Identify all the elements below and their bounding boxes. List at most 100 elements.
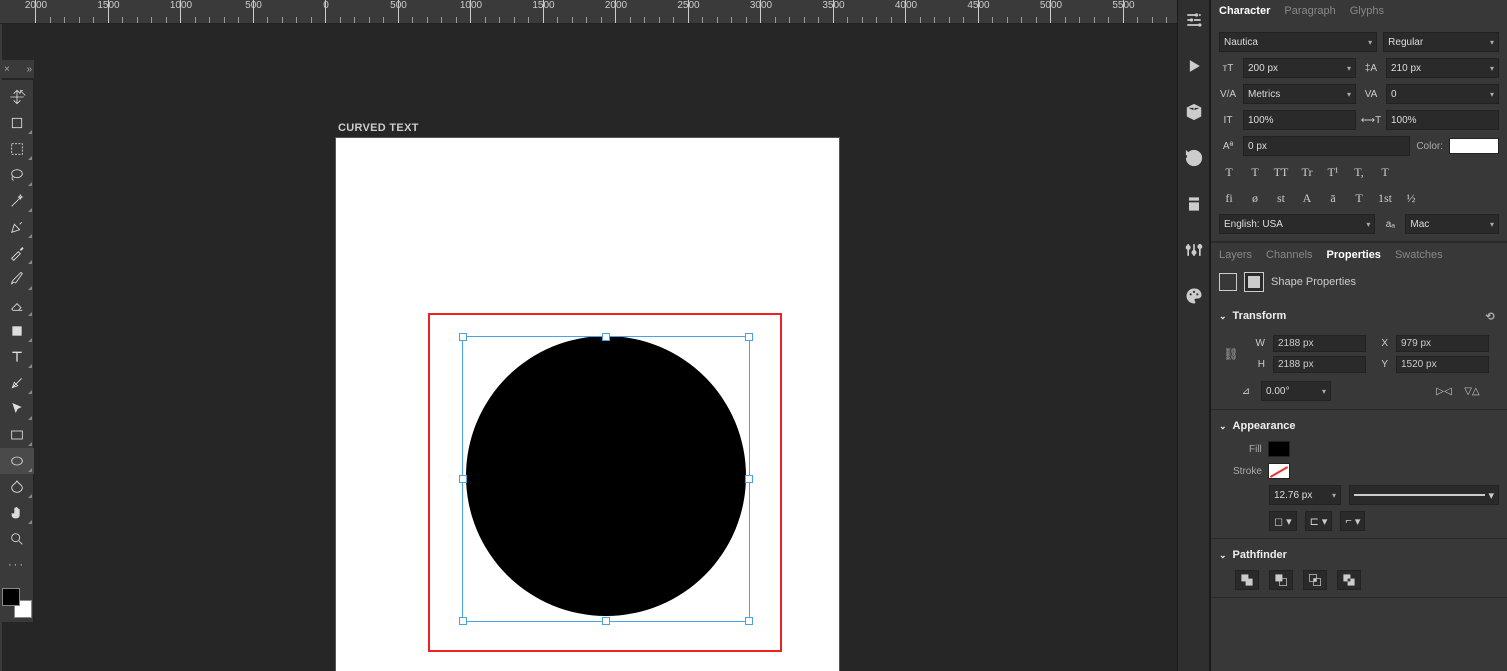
flip-vertical-icon[interactable]: ▽△ — [1463, 382, 1481, 400]
font-size-select[interactable]: 200 px▾ — [1243, 58, 1356, 78]
tab-layers[interactable]: Layers — [1219, 249, 1252, 261]
x-label: X — [1374, 338, 1388, 349]
rectangle-tool[interactable] — [0, 422, 34, 448]
libraries-icon[interactable] — [1184, 194, 1204, 214]
gradient-tool[interactable] — [0, 318, 34, 344]
h-input[interactable]: 2188 px — [1273, 356, 1366, 373]
hscale-input[interactable]: 100% — [1386, 110, 1499, 130]
canvas[interactable]: CURVED TEXT — [34, 24, 1177, 671]
link-wh-icon[interactable]: ⛓ — [1223, 333, 1239, 375]
type-opt2-6[interactable]: 1st — [1375, 189, 1395, 207]
stroke-style-select[interactable]: ▾ — [1349, 485, 1499, 505]
pathfinder-unite[interactable] — [1235, 570, 1259, 590]
stroke-swatch[interactable] — [1268, 463, 1290, 479]
pen-tool[interactable] — [0, 214, 34, 240]
type-opt2-1[interactable]: ø — [1245, 189, 1265, 207]
magic-wand-tool[interactable] — [0, 188, 34, 214]
language-select[interactable]: English: USA▾ — [1219, 214, 1375, 234]
antialias-select[interactable]: Mac▾ — [1405, 214, 1499, 234]
x-input[interactable]: 979 px — [1396, 335, 1489, 352]
pathfinder-exclude[interactable] — [1337, 570, 1361, 590]
chevron-down-icon: ▾ — [1322, 387, 1326, 396]
ruler-mark: 3000 — [760, 0, 761, 24]
eraser-tool[interactable] — [0, 292, 34, 318]
close-icon[interactable]: × — [4, 64, 10, 75]
type-opt1-4[interactable]: T¹ — [1323, 163, 1343, 181]
type-tool[interactable] — [0, 344, 34, 370]
artboard-tool[interactable] — [0, 110, 34, 136]
text-color-swatch[interactable] — [1449, 138, 1499, 154]
lasso-tool[interactable] — [0, 162, 34, 188]
type-opt1-5[interactable]: T, — [1349, 163, 1369, 181]
more-tools[interactable]: ··· — [0, 552, 34, 578]
tab-properties[interactable]: Properties — [1327, 249, 1381, 261]
baseline-input[interactable]: 0 px — [1243, 136, 1410, 156]
type-opt2-7[interactable]: ½ — [1401, 189, 1421, 207]
leading-select[interactable]: 210 px▾ — [1386, 58, 1499, 78]
tab-channels[interactable]: Channels — [1266, 249, 1312, 261]
zoom-tool[interactable] — [0, 526, 34, 552]
color-swatches[interactable] — [2, 588, 32, 618]
history-icon[interactable] — [1184, 148, 1204, 168]
type-opt1-6[interactable]: T — [1375, 163, 1395, 181]
type-opt1-3[interactable]: Tr — [1297, 163, 1317, 181]
palette-icon[interactable] — [1184, 286, 1204, 306]
pathfinder-subtract[interactable] — [1269, 570, 1293, 590]
chevron-down-icon[interactable]: ⌄ — [1219, 421, 1227, 432]
eyedropper-tool[interactable] — [0, 240, 34, 266]
reset-transform-icon[interactable]: ⟲ — [1481, 307, 1499, 325]
expand-icon[interactable]: » — [26, 64, 32, 75]
w-input[interactable]: 2188 px — [1273, 335, 1366, 352]
stroke-align-icon: ◻ — [1274, 515, 1283, 528]
type-opt1-0[interactable]: T — [1219, 163, 1239, 181]
stroke-width-select[interactable]: 12.76 px▾ — [1269, 485, 1341, 505]
chevron-down-icon: ▾ — [1355, 515, 1361, 528]
hand-tool[interactable] — [0, 500, 34, 526]
marquee-tool[interactable] — [0, 136, 34, 162]
ellipse-shape[interactable] — [466, 336, 746, 616]
3d-cube-icon[interactable] — [1184, 102, 1204, 122]
y-input[interactable]: 1520 px — [1396, 356, 1489, 373]
document-tab[interactable]: × » — [0, 60, 36, 78]
fill-swatch[interactable] — [1268, 441, 1290, 457]
aa-icon: aₐ — [1381, 215, 1399, 233]
chevron-down-icon: ▾ — [1286, 515, 1292, 528]
tab-glyphs[interactable]: Glyphs — [1350, 3, 1384, 19]
foreground-color-swatch[interactable] — [2, 588, 20, 606]
font-style-select[interactable]: Regular▾ — [1383, 32, 1499, 52]
pen-curve-tool[interactable] — [0, 370, 34, 396]
type-opt2-5[interactable]: T — [1349, 189, 1369, 207]
adjustments-icon[interactable] — [1184, 10, 1204, 30]
tab-character[interactable]: Character — [1219, 3, 1270, 19]
flip-horizontal-icon[interactable]: ▷◁ — [1435, 382, 1453, 400]
pathfinder-intersect[interactable] — [1303, 570, 1327, 590]
font-family-select[interactable]: Nautica▾ — [1219, 32, 1377, 52]
stroke-corner-select[interactable]: ⌐▾ — [1340, 511, 1365, 531]
stroke-align-select[interactable]: ◻▾ — [1269, 511, 1297, 531]
transform-section: ⌄Transform ⟲ ⛓ W 2188 px X 979 px H 2188… — [1211, 297, 1507, 410]
stroke-caps-select[interactable]: ⊏▾ — [1305, 511, 1333, 531]
tracking-select[interactable]: 0▾ — [1386, 84, 1499, 104]
chevron-down-icon[interactable]: ⌄ — [1219, 550, 1227, 561]
rotation-select[interactable]: 0.00°▾ — [1261, 381, 1331, 401]
type-opt1-2[interactable]: TT — [1271, 163, 1291, 181]
chevron-down-icon[interactable]: ⌄ — [1219, 311, 1227, 322]
play-icon[interactable] — [1184, 56, 1204, 76]
type-opt2-2[interactable]: st — [1271, 189, 1291, 207]
tab-paragraph[interactable]: Paragraph — [1284, 3, 1335, 19]
ellipse-tool[interactable] — [0, 448, 34, 474]
type-opt1-1[interactable]: T — [1245, 163, 1265, 181]
type-opt2-4[interactable]: ā — [1323, 189, 1343, 207]
move-tool[interactable]: ↖ — [0, 84, 34, 110]
brush-tool[interactable] — [0, 266, 34, 292]
tab-swatches[interactable]: Swatches — [1395, 249, 1443, 261]
kerning-select[interactable]: Metrics▾ — [1243, 84, 1356, 104]
y-label: Y — [1374, 359, 1388, 370]
custom-shape-tool[interactable] — [0, 474, 34, 500]
type-opt2-3[interactable]: A — [1297, 189, 1317, 207]
path-select-tool[interactable] — [0, 396, 34, 422]
equalizer-icon[interactable] — [1184, 240, 1204, 260]
type-opt2-0[interactable]: fi — [1219, 189, 1239, 207]
vscale-input[interactable]: 100% — [1243, 110, 1356, 130]
ruler-mark: 1500 — [108, 0, 109, 24]
